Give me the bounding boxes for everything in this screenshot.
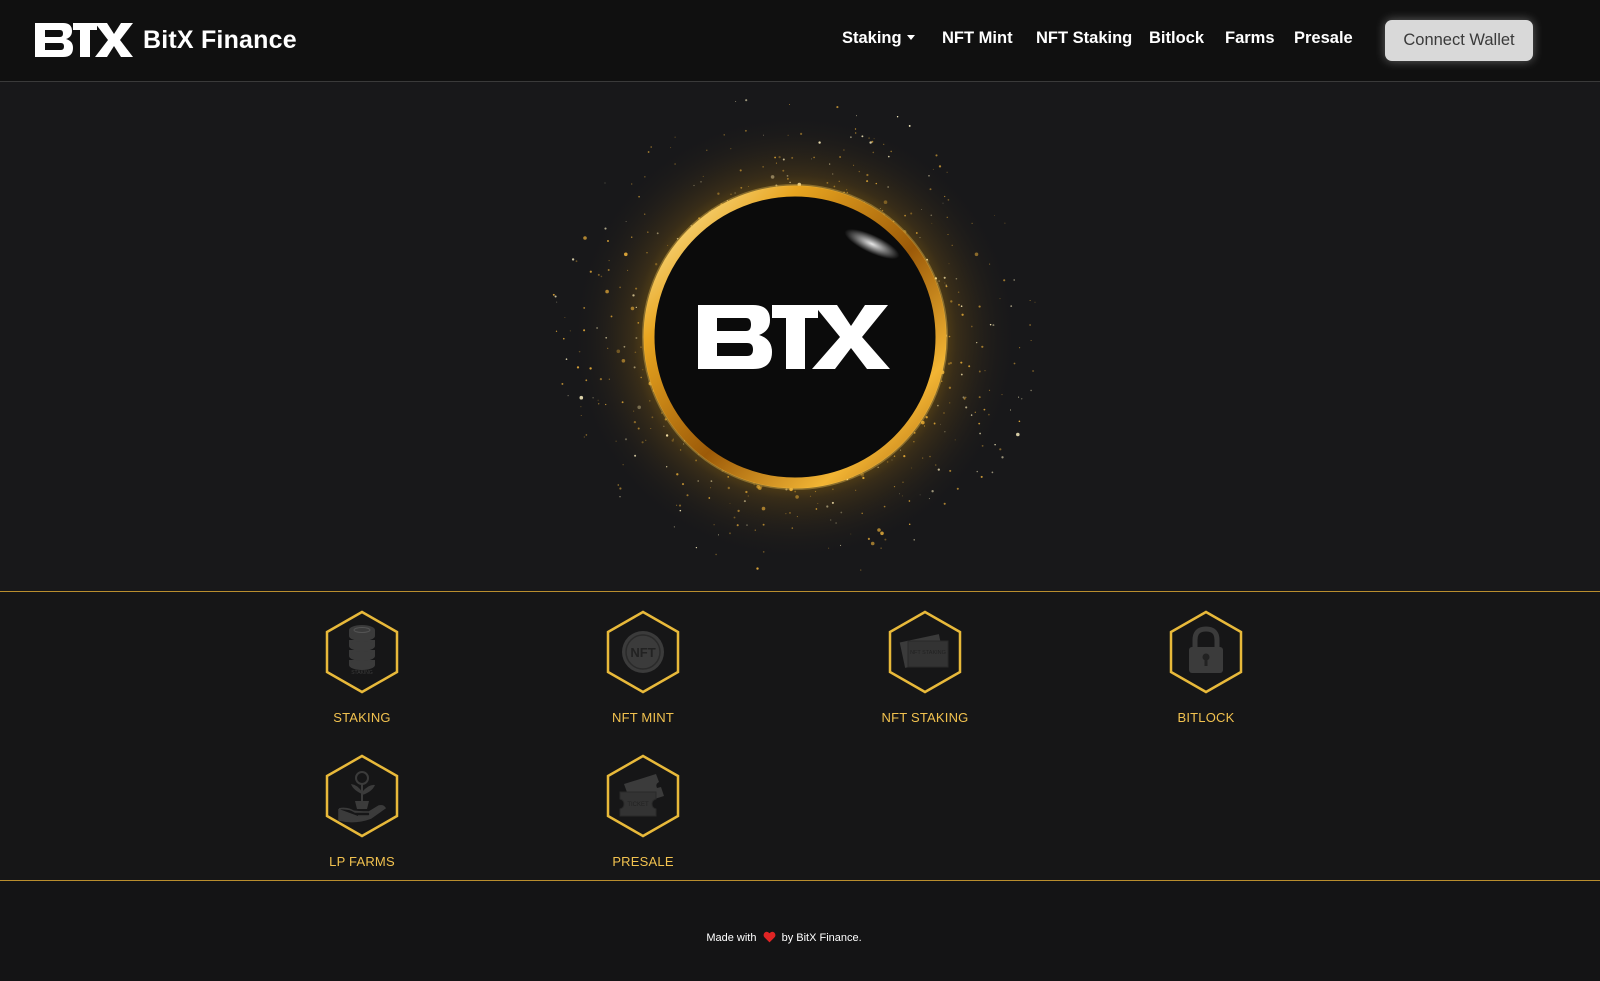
- nft-cards-icon: NFT STAKING: [888, 610, 962, 694]
- feature-presale[interactable]: TICKET PRESALE: [563, 754, 723, 869]
- sparkle: [617, 484, 620, 486]
- feature-nft-staking[interactable]: NFT STAKING NFT STAKING: [845, 610, 1005, 725]
- staking-icon-text: STAKING: [351, 670, 373, 676]
- sparkle: [756, 567, 759, 570]
- sparkle: [1030, 389, 1032, 392]
- sparkle: [1010, 409, 1011, 411]
- footer: Made with by BitX Finance.: [0, 881, 1600, 981]
- hero-gold-ring-logo: [552, 99, 1036, 571]
- heart-icon: [763, 931, 775, 943]
- sparkle: [1013, 279, 1016, 281]
- sparkle: [554, 295, 557, 298]
- sparkle: [580, 415, 582, 416]
- sparkle: [619, 495, 621, 498]
- nft-coin-icon: NFT: [606, 610, 680, 694]
- hero-btx-logo-icon: [698, 305, 890, 369]
- feature-nft-mint-label: NFT MINT: [611, 710, 675, 725]
- sparkle: [583, 236, 587, 240]
- feature-nft-staking-label: NFT STAKING: [881, 710, 969, 725]
- connect-wallet-button[interactable]: Connect Wallet: [1385, 20, 1533, 61]
- sparkle: [1018, 420, 1021, 423]
- sparkle: [650, 146, 652, 148]
- footer-prefix: Made with: [706, 932, 757, 944]
- sparkle: [1032, 369, 1035, 373]
- sparkle: [715, 553, 717, 556]
- sparkle: [1029, 324, 1031, 326]
- nav-item-nft-staking[interactable]: NFT Staking: [1036, 29, 1132, 48]
- sparkle: [856, 115, 858, 117]
- sparkle: [1001, 456, 1004, 459]
- sparkle: [991, 471, 994, 474]
- nav-item-presale[interactable]: Presale: [1294, 29, 1353, 48]
- sparkle: [670, 147, 672, 149]
- sparkle: [575, 260, 578, 263]
- feature-presale-label: PRESALE: [612, 854, 674, 869]
- feature-lp-farms[interactable]: LP FARMS: [282, 754, 442, 869]
- sparkle: [994, 443, 996, 446]
- feature-staking[interactable]: STAKING STAKING: [282, 610, 442, 725]
- sparkle: [619, 487, 622, 490]
- sparkle: [571, 258, 575, 261]
- sparkle: [585, 434, 588, 436]
- sparkle: [565, 358, 568, 360]
- sparkle: [913, 539, 915, 541]
- sparkle: [695, 546, 698, 549]
- sparkle: [555, 330, 558, 332]
- sparkle: [1034, 301, 1036, 303]
- sparkle: [674, 136, 676, 138]
- ticket-icon: TICKET: [606, 754, 680, 838]
- nav-item-farms[interactable]: Farms: [1225, 29, 1275, 48]
- sparkle: [1004, 222, 1006, 224]
- sparkle: [647, 151, 650, 153]
- sparkle: [564, 317, 566, 318]
- footer-credit: Made with by BitX Finance.: [0, 931, 1568, 944]
- sparkle: [896, 116, 899, 118]
- feature-staking-label: STAKING: [333, 710, 391, 725]
- nav-item-bitlock[interactable]: Bitlock: [1149, 29, 1204, 48]
- sparkle: [1030, 340, 1032, 341]
- sparkle: [583, 436, 585, 438]
- sparkle: [735, 100, 737, 102]
- sparkle: [860, 569, 862, 571]
- feature-lp-farms-label: LP FARMS: [329, 854, 395, 869]
- features-grid: STAKING STAKING NFT NFT MINT NFT STAKING…: [0, 592, 1600, 881]
- nft-staking-icon-text: NFT STAKING: [910, 650, 946, 656]
- sparkle: [556, 301, 558, 303]
- hero-section: [0, 82, 1600, 592]
- sparkle: [836, 106, 839, 109]
- sparkle: [789, 104, 790, 106]
- nav-item-staking[interactable]: Staking: [842, 29, 915, 48]
- feature-bitlock[interactable]: BITLOCK: [1126, 610, 1286, 725]
- padlock-icon: [1169, 610, 1243, 694]
- dropdown-caret-icon: [906, 35, 915, 40]
- sparkle: [880, 547, 882, 549]
- footer-suffix: by BitX Finance.: [781, 932, 862, 944]
- sparkle: [1016, 432, 1020, 437]
- feature-nft-mint[interactable]: NFT NFT MINT: [563, 610, 723, 725]
- nft-mint-icon-text: NFT: [630, 645, 655, 660]
- sparkle: [604, 182, 606, 184]
- plant-in-hand-icon: [325, 754, 399, 838]
- sparkle: [999, 448, 1002, 451]
- sparkle: [976, 470, 978, 473]
- sparkle: [1020, 398, 1023, 400]
- sparkle: [1029, 299, 1031, 302]
- nav-item-staking-label: Staking: [842, 29, 902, 47]
- presale-icon-text: TICKET: [627, 802, 649, 808]
- nav-item-nft-mint[interactable]: NFT Mint: [942, 29, 1013, 48]
- top-navbar: BitX Finance Staking NFT Mint NFT Stakin…: [0, 0, 1600, 82]
- sparkle: [552, 293, 555, 296]
- sparkle: [1018, 396, 1020, 398]
- feature-bitlock-label: BITLOCK: [1177, 710, 1235, 725]
- sparkle: [561, 382, 564, 385]
- sparkle: [567, 395, 569, 397]
- sparkle: [563, 337, 565, 340]
- main-nav: Staking NFT Mint NFT Staking Bitlock Far…: [0, 29, 1600, 59]
- sparkle: [745, 99, 748, 102]
- sparkle: [980, 475, 983, 478]
- coin-stack-icon: STAKING: [325, 610, 399, 694]
- sparkle: [908, 124, 911, 127]
- sparkle: [935, 154, 938, 157]
- sparkle: [993, 215, 995, 216]
